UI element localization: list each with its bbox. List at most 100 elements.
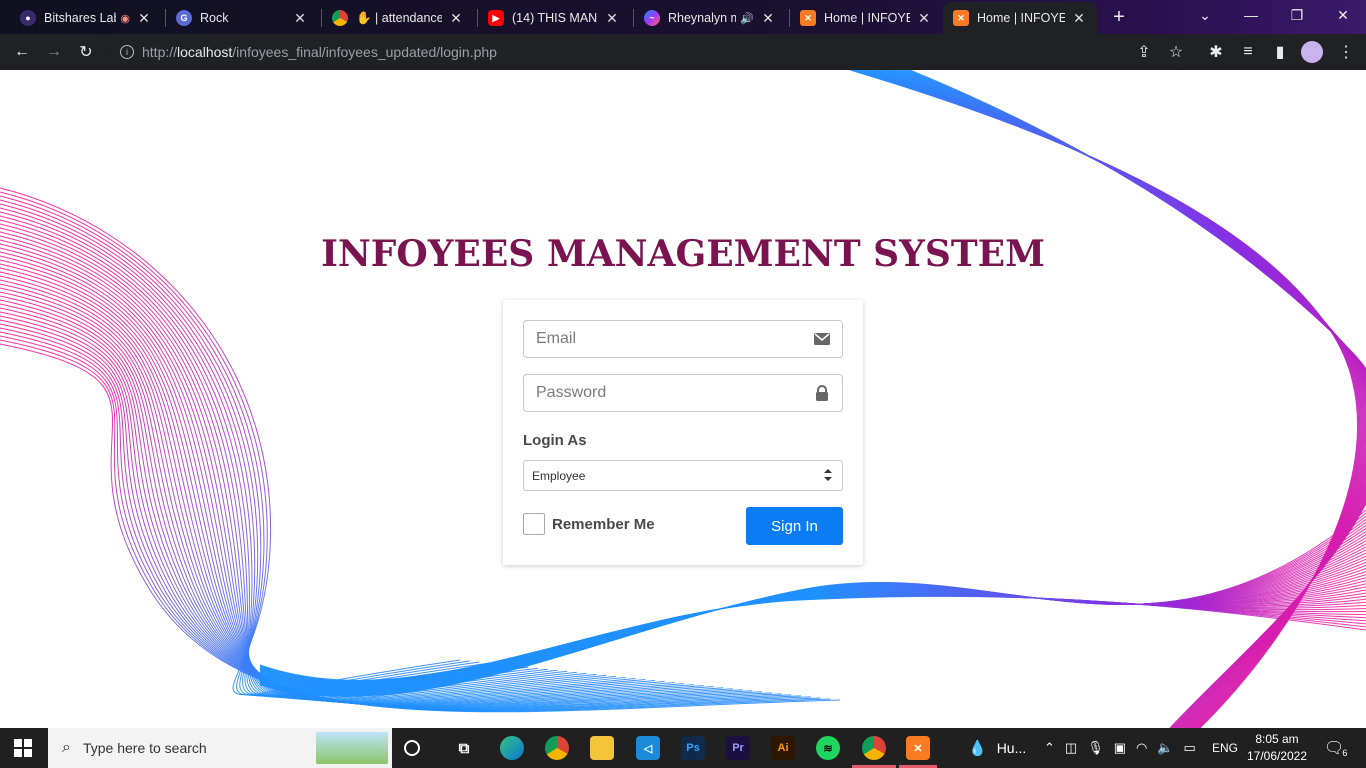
taskbar-search[interactable]: ⌕ Type here to search [48, 728, 392, 768]
info-icon[interactable]: i [120, 45, 134, 59]
login-as-label: Login As [523, 432, 587, 449]
login-as-select[interactable]: Employee [523, 460, 843, 491]
cortana-icon[interactable] [404, 740, 420, 756]
notification-count: 6 [1340, 748, 1350, 758]
xampp-taskbar-icon[interactable]: ✕ [906, 736, 930, 760]
search-icon: ⌕ [62, 739, 71, 756]
tab-title: Home | INFOYEES [977, 11, 1065, 25]
clock-time: 8:05 am [1255, 732, 1299, 746]
password-input[interactable] [524, 375, 802, 411]
notification-center[interactable]: 🗨 6 [1324, 728, 1350, 768]
tab-messenger[interactable]: ~ Rheynalyn m 🔊 ✕ [634, 2, 786, 34]
tab-title: (14) THIS MAN IS [512, 11, 598, 25]
close-icon[interactable]: ✕ [1071, 10, 1087, 27]
search-placeholder: Type here to search [82, 740, 207, 756]
address-bar[interactable]: i http://localhost/infoyees_final/infoye… [110, 38, 1195, 66]
envelope-icon [802, 333, 842, 345]
extensions-icon[interactable]: ✱ [1204, 40, 1228, 64]
email-field[interactable] [523, 320, 843, 358]
youtube-icon: ▶ [488, 10, 504, 26]
spotify-icon[interactable]: ≋ [816, 736, 840, 760]
volume-icon[interactable]: 🔈 [1157, 740, 1173, 756]
reload-button[interactable]: ↻ [74, 40, 98, 64]
xampp-icon: ✕ [953, 10, 969, 26]
chevron-up-icon[interactable]: ⌃ [1044, 740, 1055, 756]
network-status-icon[interactable]: ▣ [1114, 740, 1126, 756]
tab-title: Home | INFOYEES [824, 11, 910, 25]
page-title: INFOYEES MANAGEMENT SYSTEM [321, 233, 1045, 275]
tab-home-infoyees[interactable]: ✕ Home | INFOYEES ✕ [790, 2, 942, 34]
premiere-icon[interactable]: Pr [726, 736, 750, 760]
close-icon[interactable]: ✕ [916, 10, 932, 27]
recording-dot-icon: ◉ [120, 12, 130, 25]
login-card: Login As Employee Remember Me Sign In [503, 300, 863, 565]
edge-icon[interactable] [500, 736, 524, 760]
close-window-button[interactable]: ✕ [1320, 0, 1366, 30]
clock[interactable]: 8:05 am 17/06/2022 [1242, 731, 1312, 765]
browser-toolbar: ← → ↻ i http://localhost/infoyees_final/… [0, 34, 1366, 70]
sign-in-button[interactable]: Sign In [746, 507, 843, 545]
tab-search-button[interactable]: ⌄ [1182, 0, 1228, 30]
tab-strip: ● Bitshares Lab ◉ ✕ G Rock ✕ ✋ | attenda… [0, 0, 1366, 34]
clock-date: 17/06/2022 [1246, 749, 1308, 763]
share-icon[interactable]: ⇪ [1132, 40, 1156, 64]
search-highlight-image [316, 732, 388, 764]
language-indicator[interactable]: ENG [1212, 728, 1238, 768]
remember-checkbox[interactable] [523, 513, 545, 535]
tab-youtube[interactable]: ▶ (14) THIS MAN IS ✕ [478, 2, 630, 34]
tab-rock[interactable]: G Rock ✕ [166, 2, 318, 34]
messenger-icon: ~ [644, 10, 660, 26]
weather-widget[interactable]: 💧 Hu... [968, 728, 1026, 768]
close-icon[interactable]: ✕ [136, 10, 152, 27]
minimize-button[interactable]: — [1228, 0, 1274, 30]
tray-icons: ⌃ ◫ 🎙 ▣ ◠ 🔈 ▭ [1044, 728, 1196, 768]
battery-icon[interactable]: ▭ [1184, 740, 1196, 756]
chrome-taskbar-icon[interactable] [545, 736, 569, 760]
tab-title: ✋ | attendance-li [356, 10, 442, 25]
close-icon[interactable]: ✕ [604, 10, 620, 27]
new-tab-button[interactable]: + [1105, 5, 1133, 29]
select-arrows-icon [824, 469, 832, 481]
close-icon[interactable]: ✕ [448, 10, 464, 27]
bitshares-icon: ● [20, 10, 36, 26]
tab-home-infoyees-active[interactable]: ✕ Home | INFOYEES ✕ [943, 2, 1097, 34]
taskbar: ⌕ Type here to search ⧉ ◁ Ps Pr Ai ≋ ✕ 💧… [0, 728, 1366, 768]
chrome-icon [332, 10, 348, 26]
restore-button[interactable]: ❐ [1274, 0, 1320, 30]
chrome-profile-icon[interactable] [862, 736, 886, 760]
login-as-value: Employee [532, 468, 586, 483]
vscode-icon[interactable]: ◁ [636, 736, 660, 760]
photoshop-icon[interactable]: Ps [681, 736, 705, 760]
camera-icon[interactable]: ◫ [1065, 740, 1077, 756]
windows-start-icon[interactable] [14, 739, 32, 757]
side-panel-icon[interactable]: ▮ [1268, 40, 1292, 64]
menu-kebab-icon[interactable]: ⋮ [1334, 40, 1358, 64]
close-icon[interactable]: ✕ [292, 10, 308, 27]
email-input[interactable] [524, 321, 802, 357]
profile-avatar[interactable] [1301, 41, 1323, 63]
illustrator-icon[interactable]: Ai [771, 736, 795, 760]
tab-title: Bitshares Lab [44, 11, 117, 25]
tab-attendance[interactable]: ✋ | attendance-li ✕ [322, 2, 474, 34]
bookmark-star-icon[interactable]: ☆ [1164, 40, 1188, 64]
task-view-icon[interactable]: ⧉ [452, 736, 476, 760]
lock-icon [802, 385, 842, 401]
tab-title: Rheynalyn m [668, 11, 737, 25]
file-explorer-icon[interactable] [590, 736, 614, 760]
xampp-icon: ✕ [800, 10, 816, 26]
speaker-icon[interactable]: 🔊 [740, 12, 754, 25]
wifi-icon[interactable]: ◠ [1136, 740, 1147, 756]
app-icon: G [176, 10, 192, 26]
close-icon[interactable]: ✕ [760, 10, 776, 27]
weather-icon: 💧 [968, 740, 987, 757]
login-page: INFOYEES MANAGEMENT SYSTEM Login As Empl… [0, 70, 1366, 728]
weather-text: Hu... [996, 740, 1027, 756]
remember-me[interactable]: Remember Me [523, 513, 655, 535]
media-control-icon[interactable]: ≡ [1236, 40, 1260, 64]
password-field[interactable] [523, 374, 843, 412]
url-text: http://localhost/infoyees_final/infoyees… [142, 44, 497, 60]
forward-button[interactable]: → [42, 40, 66, 64]
tab-bitshares[interactable]: ● Bitshares Lab ◉ ✕ [10, 2, 162, 34]
microphone-icon[interactable]: 🎙 [1087, 740, 1104, 756]
back-button[interactable]: ← [10, 40, 34, 64]
